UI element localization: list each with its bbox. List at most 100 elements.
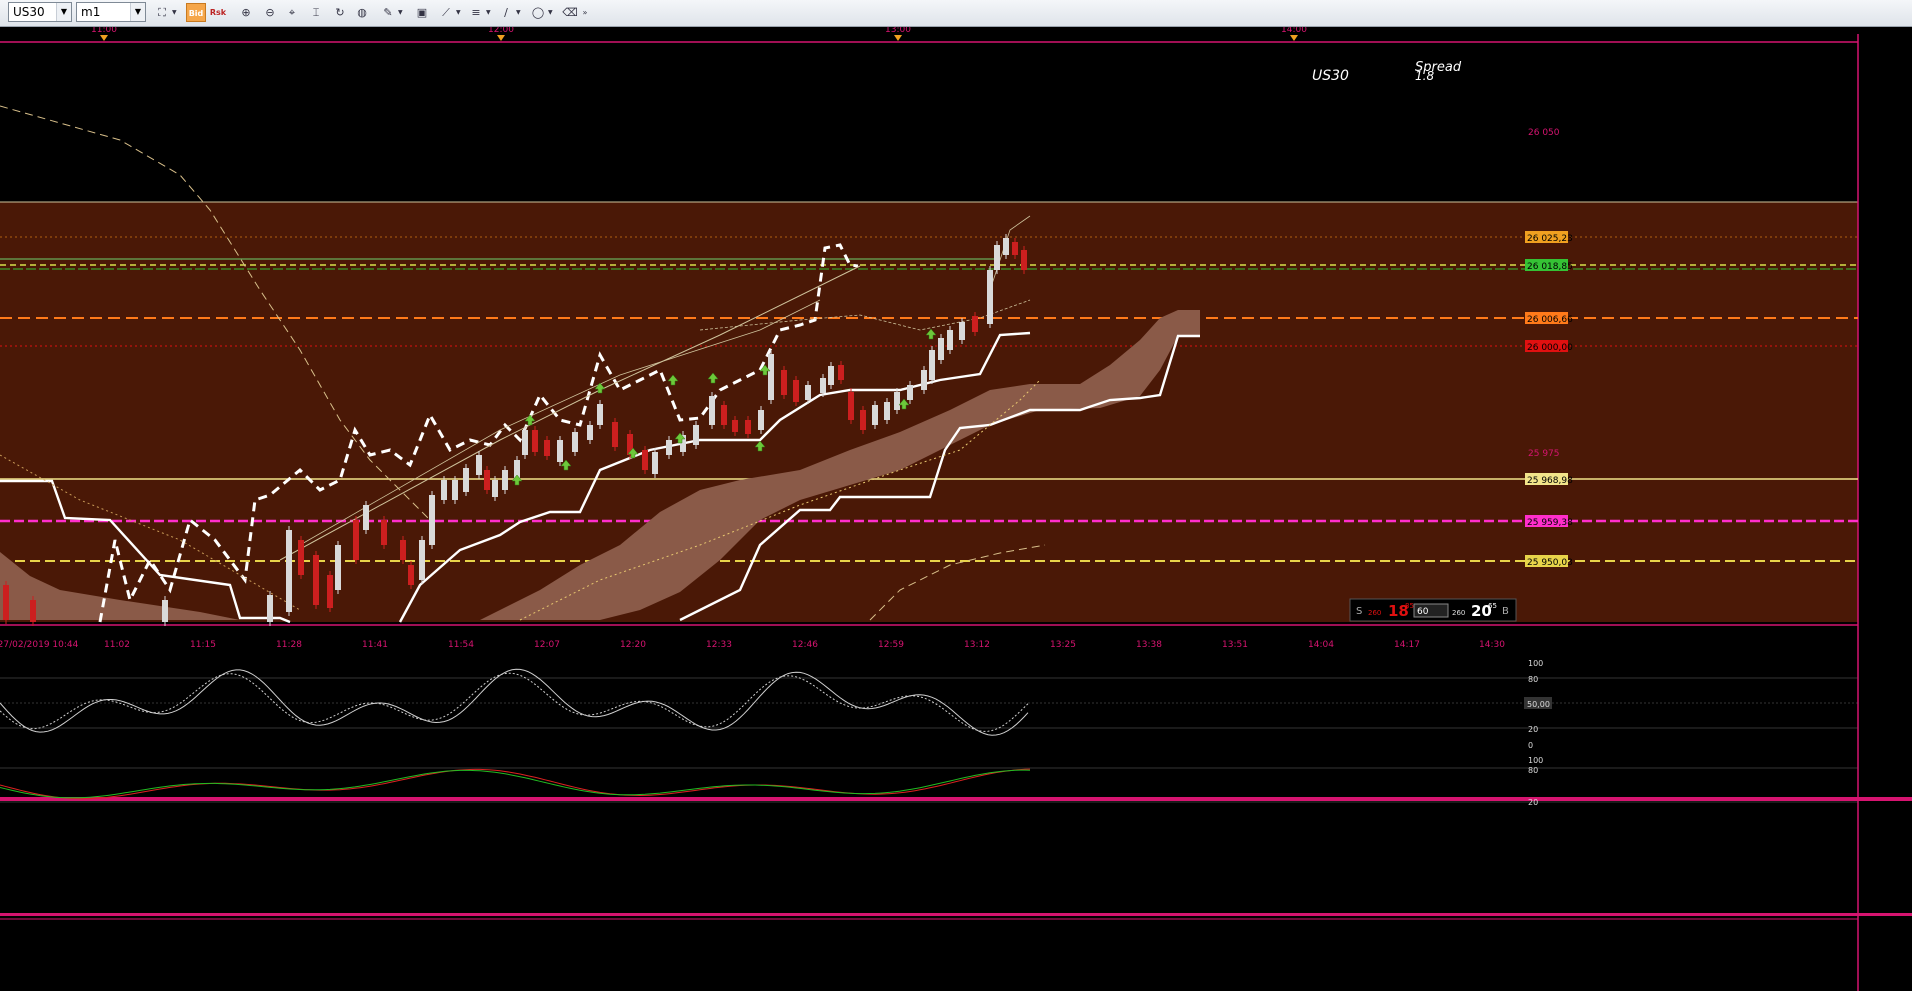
stochastic-signal-line [0,672,1029,732]
chevron-down-icon[interactable]: ▼ [130,3,145,21]
timeframe-select-value: m1 [81,5,101,19]
candle-bullish [768,354,774,400]
candle-bullish [994,245,1000,270]
candle-bullish [947,330,953,350]
buy-sup-price[interactable]: 65 [1488,602,1497,610]
sell-sup-price[interactable]: 85 [1405,602,1414,610]
candle-bullish [363,505,369,530]
chevron-down-icon[interactable]: ▼ [516,3,524,22]
bid-button[interactable]: Bid [186,3,206,22]
candle-bullish [587,425,593,440]
stoch-level-100: 100 [1528,659,1543,668]
top-time-label: 12:00 [488,27,514,35]
candle-bullish [597,404,603,425]
candle-bearish [1012,242,1018,255]
candle-bullish [907,385,913,400]
chevron-down-icon[interactable]: ▼ [548,3,556,22]
text-format-icon[interactable]: ≡ [466,3,486,22]
candle-bullish [987,270,993,324]
history-icon[interactable]: ↻ [330,3,350,22]
image-icon[interactable]: ▣ [412,3,432,22]
candle-bearish [532,430,538,452]
candle-bullish [872,405,878,425]
candle-bullish [335,545,341,590]
buy-suffix[interactable]: B [1502,606,1509,617]
one-click-trading-panel[interactable]: S 260 18 85 60 260 20 65 B [1349,598,1517,622]
candle-bullish [805,385,811,400]
bottom-time-label: 11:41 [362,640,388,650]
zoom-out-icon[interactable]: ⊖ [260,3,280,22]
osc-level-80: 80 [1528,766,1538,775]
candle-bearish [381,520,387,545]
candle-bearish [860,410,866,430]
candle-bearish [721,405,727,425]
candle-bearish [353,520,359,560]
symbol-select[interactable]: US30 ▼ [8,2,72,22]
rsk-button[interactable]: Rsk [208,3,228,22]
candle-bearish [642,450,648,470]
price-chart[interactable]: US30 Spread 1.8 11:00 12:00 13:00 14:00 27/… [0,27,1912,991]
globe-icon[interactable]: ◍ [352,3,372,22]
candle-bullish [758,410,764,430]
sell-prefix[interactable]: S [1356,606,1362,617]
zoom-in-icon[interactable]: ⊕ [236,3,256,22]
candle-bullish [492,480,498,497]
bottom-time-label: 12:33 [706,640,732,650]
price-tag-label: 25 959,38 [1527,518,1573,528]
crosshair-icon[interactable]: ⌖ [282,3,302,22]
candle-bullish [419,540,425,580]
osc-level-20: 20 [1528,798,1538,807]
candle-bullish [959,322,965,340]
eraser-icon[interactable]: ⌫ [560,3,580,22]
trendline-icon[interactable]: ⟋ [436,3,456,22]
candle-bearish [484,470,490,490]
chart-upper-area [0,42,1858,202]
chevron-down-icon[interactable]: ▼ [456,3,464,22]
candle-bullish [502,470,508,490]
candle-bearish [3,585,9,620]
sell-small-price[interactable]: 260 [1368,609,1381,617]
fibonacci-icon[interactable]: ∕ [496,3,516,22]
chevron-down-icon[interactable]: ▼ [486,3,494,22]
candle-bullish [938,338,944,360]
price-tag-label: 26 000,00 [1527,343,1573,353]
candle-bearish [612,422,618,447]
stochastic-pane: 100 80 50,00 20 0 [0,659,1858,750]
pane-splitter-2[interactable] [0,913,1912,916]
lot-size-value[interactable]: 60 [1417,607,1429,617]
price-tag-label: 26 006,66 [1527,315,1573,325]
bottom-time-label: 14:30 [1479,640,1505,650]
chevron-down-icon[interactable]: ▼ [56,3,71,21]
timeframe-select[interactable]: m1 ▼ [76,2,146,22]
period-marker-icon [100,35,108,41]
bottom-time-label: 12:20 [620,640,646,650]
bottom-time-label: 11:28 [276,640,302,650]
candle-bullish [463,468,469,492]
candle-bullish [666,440,672,455]
pane-splitter-1[interactable] [0,797,1912,801]
chevron-down-icon[interactable]: ▼ [172,3,180,22]
bottom-time-label: 13:51 [1222,640,1248,650]
chevron-down-icon[interactable]: ▼ [398,3,406,22]
chart-type-icon[interactable]: ⛶ [152,3,172,22]
stochastic-main-line [0,668,1029,736]
candle-bearish [732,420,738,432]
pencil-icon[interactable]: ✎ [378,3,398,22]
stoch-level-20: 20 [1528,725,1538,734]
bottom-time-label: 11:15 [190,640,216,650]
shapes-icon[interactable]: ◯ [528,3,548,22]
candle-bearish [781,370,787,395]
bottom-time-label: 14:17 [1394,640,1420,650]
period-separator-icon[interactable]: ⌶ [306,3,326,22]
candle-bearish [1021,250,1027,270]
oscillator-red-line [0,768,1031,800]
buy-small-price[interactable]: 260 [1452,609,1465,617]
toolbar-overflow-icon[interactable]: » [580,3,590,22]
candle-bearish [327,575,333,608]
candle-bullish [693,425,699,445]
candle-bullish [709,396,715,425]
osc-level-100: 100 [1528,756,1543,765]
symbol-select-value: US30 [13,5,45,19]
stoch-level-80: 80 [1528,675,1538,684]
candle-bullish [1003,238,1009,255]
